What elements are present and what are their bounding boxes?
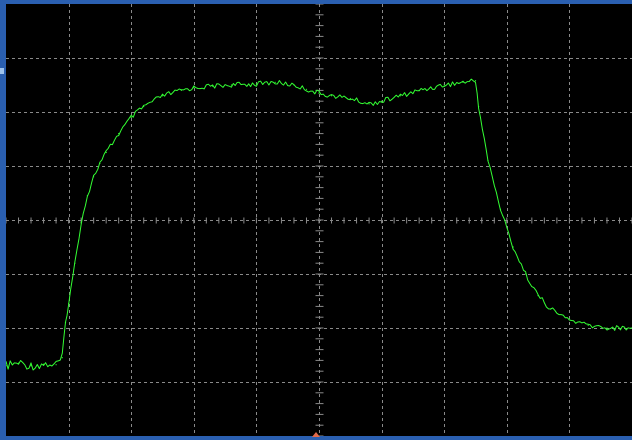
trace-point — [499, 208, 502, 210]
trace-point — [30, 365, 32, 367]
trace-point — [68, 303, 70, 305]
trace-point — [74, 262, 76, 264]
trace-point — [17, 362, 20, 364]
trace-point — [418, 89, 420, 91]
trace-point — [587, 324, 589, 326]
trace-point — [512, 246, 514, 248]
trace-point — [330, 95, 333, 97]
trace-point — [474, 80, 477, 82]
trace-point — [64, 322, 67, 324]
trace-point — [550, 308, 552, 310]
trace-point — [180, 89, 182, 91]
trace-point — [43, 363, 45, 365]
trace-point — [93, 176, 95, 178]
trace-point — [143, 106, 145, 108]
trace-point — [230, 84, 232, 86]
trace-point — [6, 365, 7, 367]
trigger-position-marker[interactable] — [312, 432, 320, 437]
trace-point — [130, 116, 132, 118]
trace-point — [86, 195, 88, 197]
trace-point — [161, 95, 164, 97]
trace-point — [274, 81, 276, 83]
trace-point — [318, 92, 320, 94]
scope-window — [0, 0, 632, 440]
trace-point — [443, 84, 445, 86]
trace-point — [399, 95, 401, 97]
trace-point — [462, 81, 464, 83]
trace-point — [606, 327, 608, 329]
trace-point — [487, 160, 489, 162]
trace-point — [349, 97, 351, 100]
trace-point — [305, 88, 308, 90]
trace-point — [118, 133, 120, 135]
trace-point — [478, 106, 480, 108]
trace-point — [525, 273, 527, 275]
trace-point — [293, 84, 295, 86]
trace-point — [537, 295, 539, 297]
trace-point — [368, 103, 370, 105]
trace-point — [381, 100, 383, 102]
trace-point — [80, 222, 82, 224]
grid — [6, 4, 632, 436]
waveform-plot — [6, 4, 632, 436]
trace-point — [255, 83, 257, 85]
trace-point — [99, 162, 101, 164]
trace-point — [61, 357, 63, 359]
trace-point — [212, 85, 214, 87]
trace-point — [568, 319, 571, 321]
channel-level-marker[interactable] — [0, 68, 4, 74]
oscilloscope-screen — [6, 4, 632, 436]
trace-point — [193, 87, 195, 89]
trace-point — [55, 364, 57, 366]
trace-point — [105, 151, 107, 154]
